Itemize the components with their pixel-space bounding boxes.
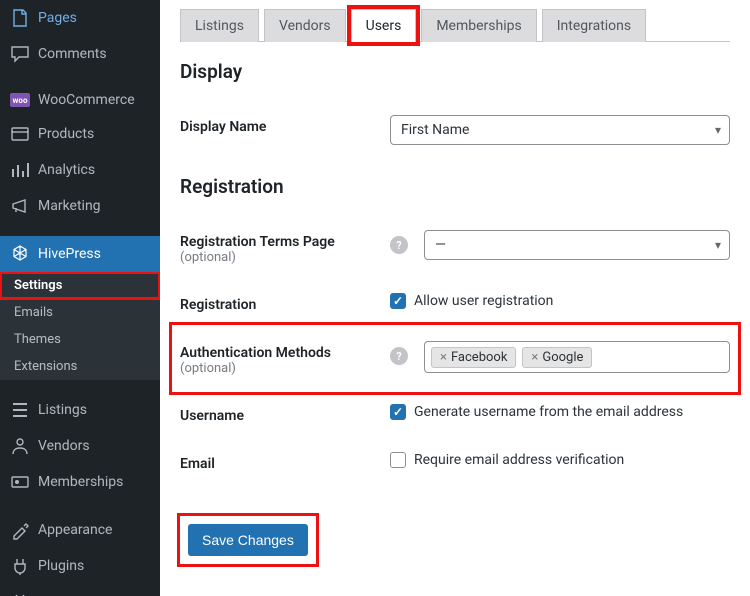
label-auth-methods: Authentication Methods (optional) <box>180 341 380 376</box>
checkbox-require-email-verify[interactable] <box>390 452 406 468</box>
tab-vendors[interactable]: Vendors <box>264 9 346 42</box>
row-reg-terms: Registration Terms Page (optional) ? — <box>180 216 730 279</box>
tab-users[interactable]: Users <box>351 9 417 42</box>
memberships-icon <box>10 472 30 492</box>
save-button[interactable]: Save Changes <box>188 524 308 556</box>
vendors-icon <box>10 436 30 456</box>
hivepress-icon <box>10 244 30 264</box>
row-username: Username Generate username from the emai… <box>180 390 730 438</box>
menu-label: Listings <box>38 402 87 418</box>
menu-label: Plugins <box>38 558 84 574</box>
menu-memberships[interactable]: Memberships <box>0 464 160 500</box>
checkbox-generate-username[interactable] <box>390 404 406 420</box>
label-registration: Registration <box>180 293 380 313</box>
submenu-label: Themes <box>14 332 61 347</box>
menu-label: Vendors <box>38 438 90 454</box>
checkbox-label: Generate username from the email address <box>414 404 683 420</box>
analytics-icon <box>10 160 30 180</box>
submenu-extensions[interactable]: Extensions <box>0 353 160 380</box>
menu-label: Pages <box>38 10 77 26</box>
settings-tabs: Listings Vendors Users Memberships Integ… <box>180 8 730 42</box>
snippets-icon <box>10 592 30 596</box>
checkbox-allow-registration[interactable] <box>390 293 406 309</box>
row-display-name: Display Name First Name <box>180 101 730 159</box>
tags-auth-methods[interactable]: × Facebook × Google <box>424 341 730 373</box>
row-email: Email Require email address verification <box>180 438 730 486</box>
submenu-themes[interactable]: Themes <box>0 326 160 353</box>
menu-label: Comments <box>38 46 107 62</box>
menu-label: Appearance <box>38 522 112 538</box>
menu-hivepress[interactable]: HivePress <box>0 236 160 272</box>
select-reg-terms[interactable]: — <box>424 230 730 260</box>
help-icon[interactable]: ? <box>390 347 408 365</box>
submenu-label: Settings <box>14 278 62 293</box>
tag-label: Google <box>542 350 583 365</box>
save-highlight: Save Changes <box>180 516 316 564</box>
appearance-icon <box>10 520 30 540</box>
menu-pages[interactable]: Pages <box>0 0 160 36</box>
menu-products[interactable]: Products <box>0 116 160 152</box>
section-registration-heading: Registration <box>180 175 730 198</box>
checkbox-label: Allow user registration <box>414 293 553 309</box>
tab-listings[interactable]: Listings <box>180 9 259 42</box>
tab-integrations[interactable]: Integrations <box>542 9 646 42</box>
submenu-label: Extensions <box>14 359 77 374</box>
menu-label: Marketing <box>38 198 101 214</box>
optional-text: (optional) <box>180 250 380 265</box>
comments-icon <box>10 44 30 64</box>
pages-icon <box>10 8 30 28</box>
plugins-icon <box>10 556 30 576</box>
menu-label: Memberships <box>38 474 123 490</box>
marketing-icon <box>10 196 30 216</box>
menu-label: WooCommerce <box>38 92 135 108</box>
tag-label: Facebook <box>451 350 507 365</box>
menu-analytics[interactable]: Analytics <box>0 152 160 188</box>
label-display-name: Display Name <box>180 115 380 135</box>
remove-icon[interactable]: × <box>531 350 538 365</box>
label-reg-terms: Registration Terms Page (optional) <box>180 230 380 265</box>
help-icon[interactable]: ? <box>390 236 408 254</box>
menu-vendors[interactable]: Vendors <box>0 428 160 464</box>
main-panel: Listings Vendors Users Memberships Integ… <box>160 0 750 596</box>
tag-facebook[interactable]: × Facebook <box>431 347 516 368</box>
optional-text: (optional) <box>180 361 380 376</box>
app-root: Pages Comments woo WooCommerce Products … <box>0 0 750 596</box>
tag-google[interactable]: × Google <box>522 347 592 368</box>
menu-marketing[interactable]: Marketing <box>0 188 160 224</box>
submenu-label: Emails <box>14 305 53 320</box>
checkbox-label: Require email address verification <box>414 452 624 468</box>
label-email: Email <box>180 452 380 472</box>
menu-label: Analytics <box>38 162 95 178</box>
menu-woocommerce[interactable]: woo WooCommerce <box>0 84 160 116</box>
menu-label: Products <box>38 126 94 142</box>
woo-icon: woo <box>10 93 30 107</box>
row-auth-methods: Authentication Methods (optional) ? × Fac… <box>174 327 736 390</box>
listings-icon <box>10 400 30 420</box>
submenu-emails[interactable]: Emails <box>0 299 160 326</box>
tab-memberships[interactable]: Memberships <box>421 9 536 42</box>
label-username: Username <box>180 404 380 424</box>
menu-appearance[interactable]: Appearance <box>0 512 160 548</box>
row-registration: Registration Allow user registration <box>180 279 730 327</box>
menu-listings[interactable]: Listings <box>0 392 160 428</box>
menu-plugins[interactable]: Plugins <box>0 548 160 584</box>
remove-icon[interactable]: × <box>440 350 447 365</box>
menu-comments[interactable]: Comments <box>0 36 160 72</box>
submenu-settings[interactable]: Settings <box>0 272 160 299</box>
label-text: Registration Terms Page <box>180 234 335 250</box>
label-text: Authentication Methods <box>180 345 331 361</box>
section-display-heading: Display <box>180 60 730 83</box>
select-display-name[interactable]: First Name <box>390 115 730 145</box>
products-icon <box>10 124 30 144</box>
menu-snippets[interactable]: Snippets <box>0 584 160 596</box>
admin-sidebar: Pages Comments woo WooCommerce Products … <box>0 0 160 596</box>
menu-label: HivePress <box>38 246 101 262</box>
